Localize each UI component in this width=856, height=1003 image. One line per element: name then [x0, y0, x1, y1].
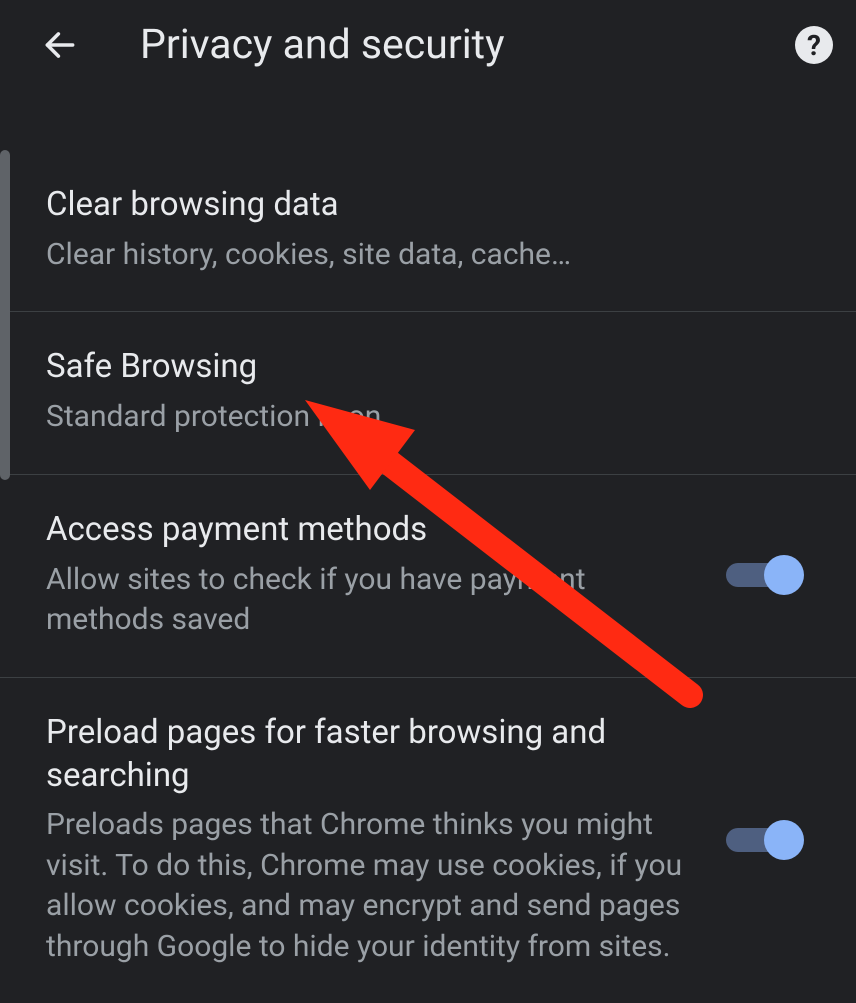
row-subtitle: Allow sites to check if you have payment…: [46, 560, 706, 641]
row-title: Access payment methods: [46, 509, 706, 552]
row-texts: Clear browsing data Clear history, cooki…: [46, 184, 810, 275]
toggle-payment-methods[interactable]: [726, 553, 800, 597]
row-title: Preload pages for faster browsing and se…: [46, 712, 706, 798]
header: Privacy and security ?: [0, 0, 856, 90]
row-texts: Access payment methods Allow sites to ch…: [46, 509, 726, 641]
settings-screen: Privacy and security ? Clear browsing da…: [0, 0, 856, 970]
row-title: Safe Browsing: [46, 346, 790, 389]
row-subtitle: Standard protection is on: [46, 397, 790, 438]
settings-list: Clear browsing data Clear history, cooki…: [0, 90, 856, 1003]
row-texts: Preload pages for faster browsing and se…: [46, 712, 726, 968]
help-button[interactable]: ?: [792, 23, 836, 67]
scroll-indicator[interactable]: [0, 150, 10, 480]
toggle-preload-pages[interactable]: [726, 818, 800, 862]
row-clear-browsing-data[interactable]: Clear browsing data Clear history, cooki…: [0, 150, 856, 312]
row-subtitle: Preloads pages that Chrome thinks you mi…: [46, 805, 706, 967]
toggle-thumb: [764, 555, 804, 595]
toggle-thumb: [764, 820, 804, 860]
row-texts: Safe Browsing Standard protection is on: [46, 346, 810, 437]
page-title: Privacy and security: [140, 21, 792, 69]
row-title: Clear browsing data: [46, 184, 790, 227]
row-subtitle: Clear history, cookies, site data, cache…: [46, 235, 790, 276]
arrow-left-icon: [41, 26, 79, 64]
help-icon: ?: [795, 26, 833, 64]
back-button[interactable]: [30, 15, 90, 75]
row-access-payment-methods[interactable]: Access payment methods Allow sites to ch…: [0, 475, 856, 678]
row-preload-pages[interactable]: Preload pages for faster browsing and se…: [0, 678, 856, 1003]
row-safe-browsing[interactable]: Safe Browsing Standard protection is on: [0, 312, 856, 474]
